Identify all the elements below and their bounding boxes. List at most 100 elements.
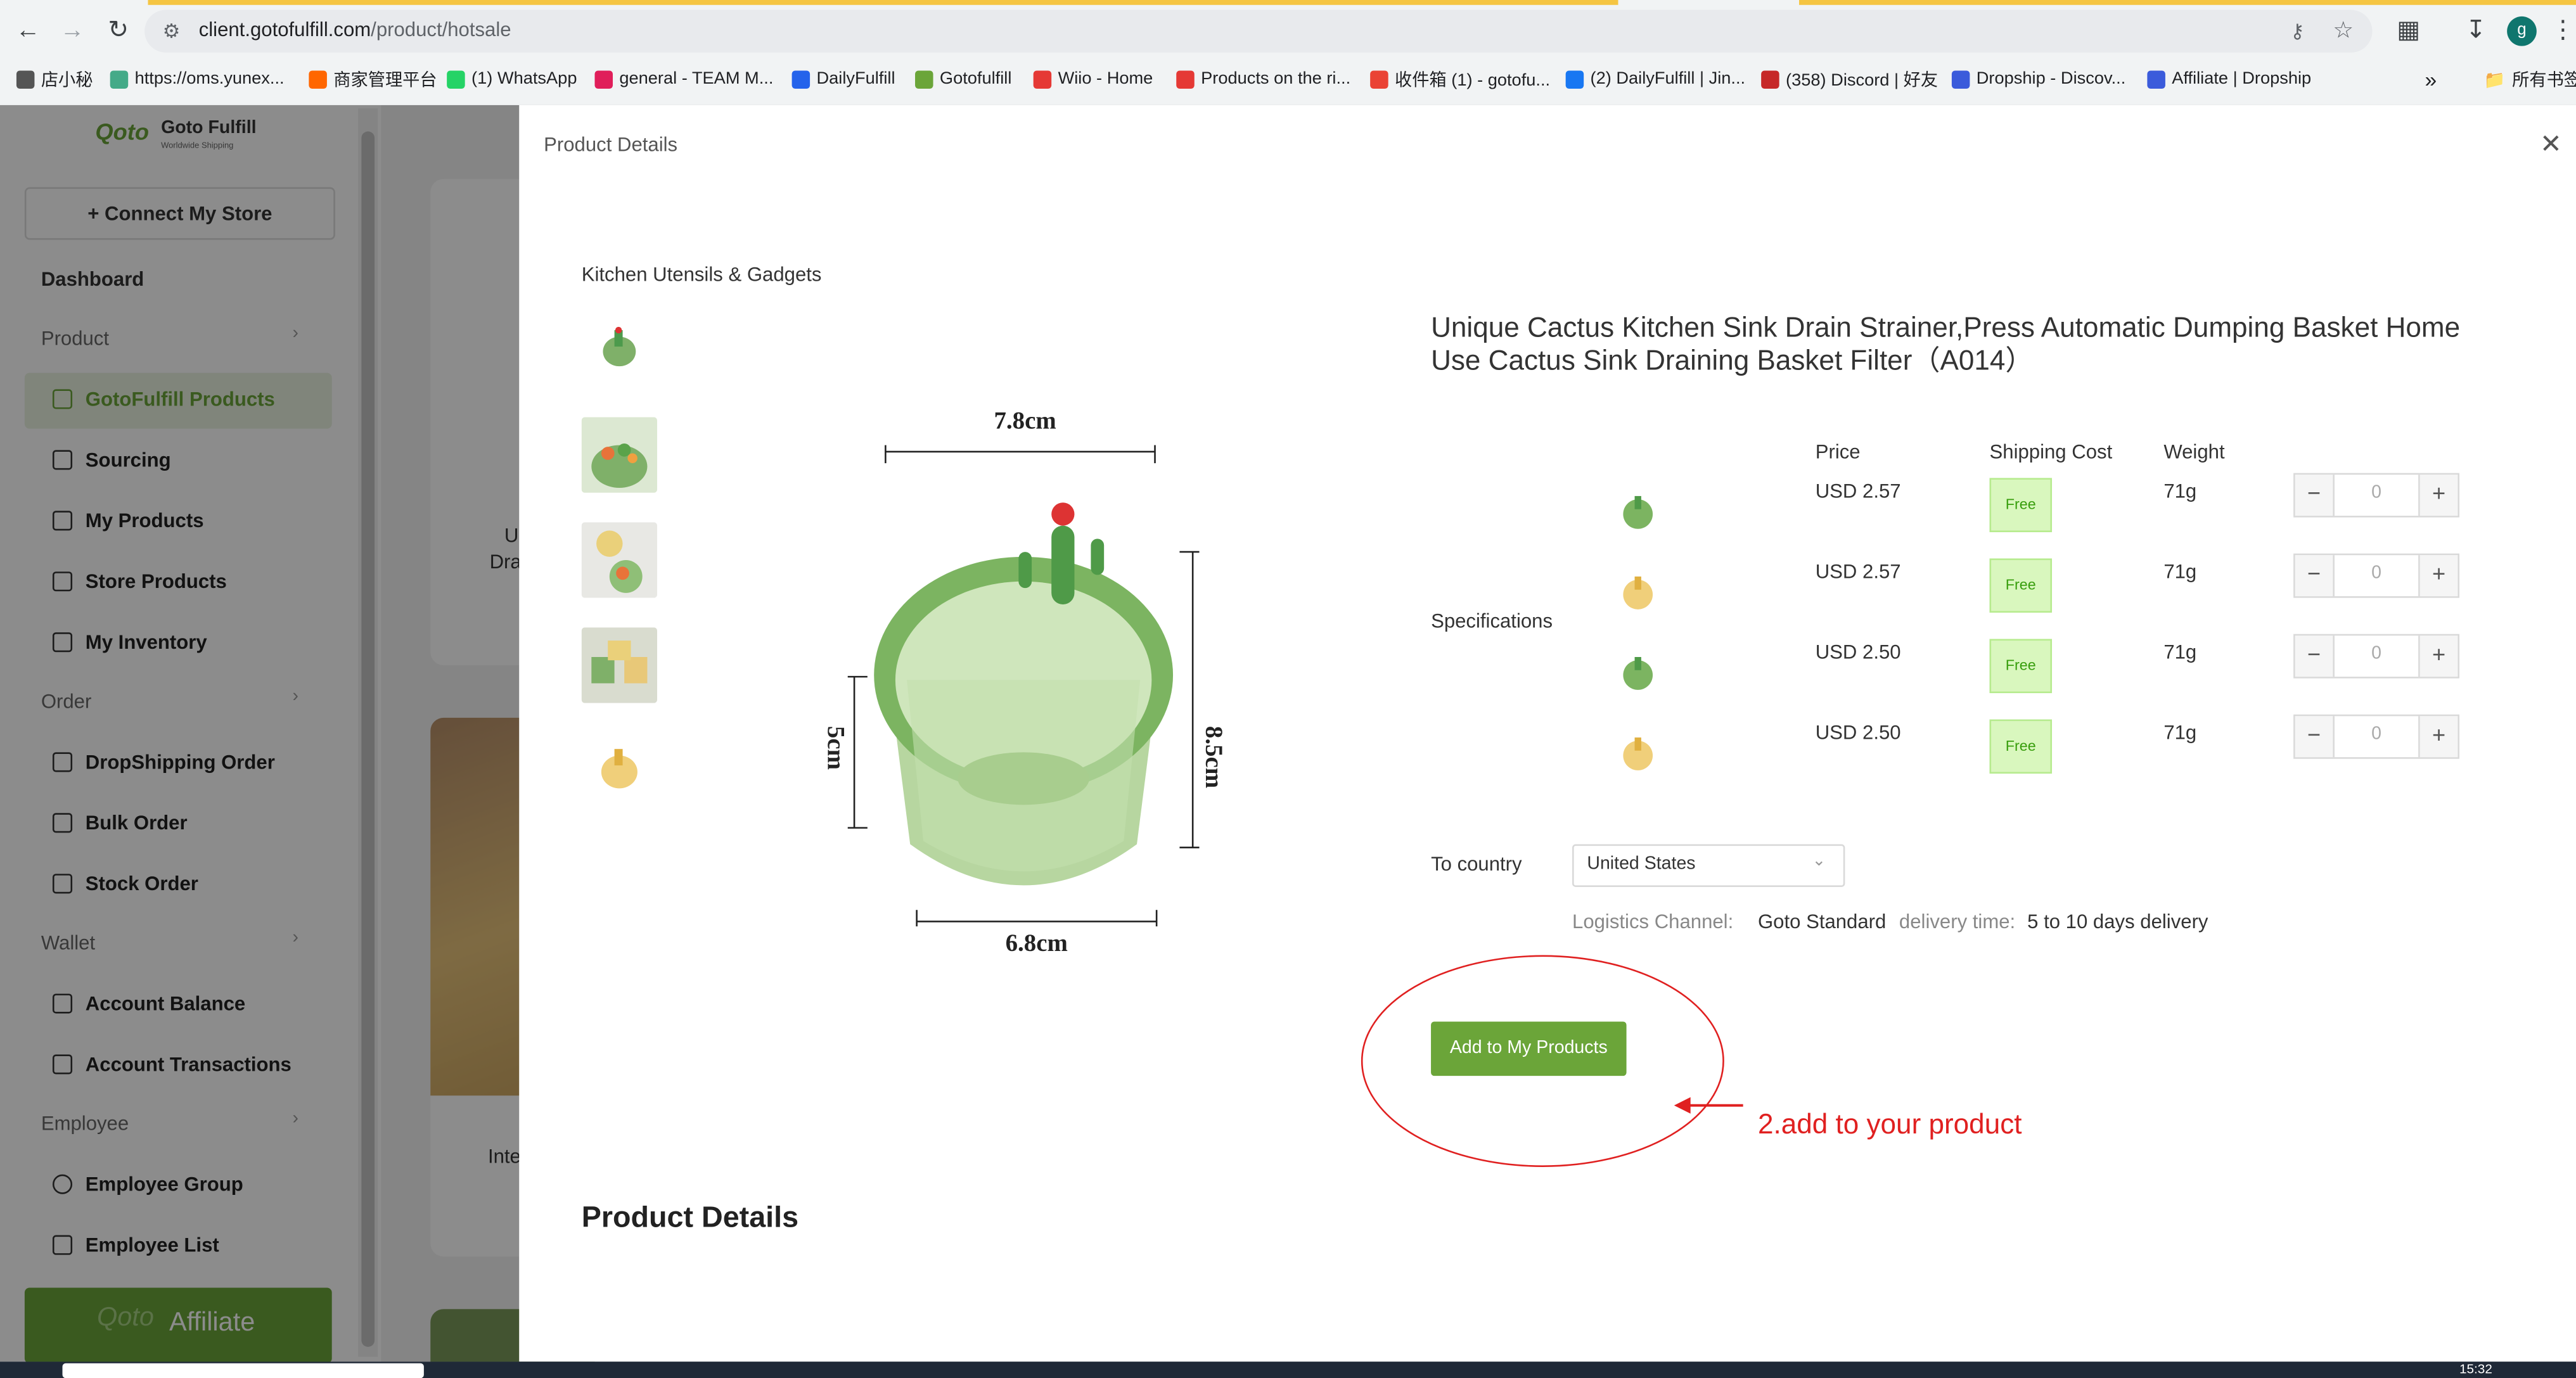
variant-weight: 71g: [2163, 480, 2197, 503]
quantity-input[interactable]: 0: [2333, 635, 2420, 677]
quantity-stepper[interactable]: −0 +: [2293, 634, 2459, 679]
slack-icon: [594, 70, 613, 88]
minus-icon[interactable]: −: [2295, 555, 2333, 597]
thumbnail-image[interactable]: [581, 312, 657, 388]
browser-chrome: ← → ↻ ⚙ client.gotofulfill.com/product/h…: [0, 0, 2576, 107]
back-icon[interactable]: ←: [11, 15, 44, 48]
product-details-drawer: Product Details ✕ Kitchen Utensils & Gad…: [519, 105, 2576, 1362]
minus-icon[interactable]: −: [2295, 635, 2333, 677]
weight-header: Weight: [2163, 440, 2225, 464]
bookmark-label: Dropship - Discov...: [1976, 68, 2126, 89]
taskbar: 15:32: [0, 1362, 2576, 1378]
bookmark-item[interactable]: Wiio - Home: [1033, 66, 1153, 92]
close-icon[interactable]: ✕: [2540, 128, 2562, 161]
all-bookmarks-folder[interactable]: 📁 所有书签: [2484, 66, 2576, 92]
bookmark-item[interactable]: 商家管理平台: [309, 66, 437, 92]
bookmark-item[interactable]: (1) WhatsApp: [447, 66, 577, 92]
country-selected-value: United States: [1587, 854, 1696, 874]
bookmark-item[interactable]: Affiliate | Dropship: [2147, 66, 2311, 92]
key-icon[interactable]: ⚷: [2290, 20, 2305, 42]
link-icon: [110, 70, 129, 88]
dimension-label-top: 7.8cm: [994, 409, 1056, 436]
menu-kebab-icon[interactable]: ⋮: [2546, 15, 2576, 48]
quantity-stepper[interactable]: −0 +: [2293, 473, 2459, 518]
all-bookmarks-label: 所有书签: [2512, 70, 2576, 90]
plus-icon[interactable]: +: [2419, 555, 2458, 597]
bookmark-item[interactable]: Dropship - Discov...: [1951, 66, 2126, 92]
bookmark-item[interactable]: Products on the ri...: [1176, 66, 1350, 92]
bookmark-label: https://oms.yunex...: [134, 68, 285, 89]
forward-icon[interactable]: →: [56, 15, 89, 48]
bookmarks-overflow-button[interactable]: »: [2425, 66, 2437, 92]
gotofulfill-icon: [915, 70, 933, 88]
plus-icon[interactable]: +: [2419, 475, 2458, 516]
free-shipping-badge: Free: [1989, 478, 2053, 532]
quantity-input[interactable]: 0: [2333, 555, 2420, 597]
minus-icon[interactable]: −: [2295, 475, 2333, 516]
bookmark-item[interactable]: https://oms.yunex...: [110, 66, 285, 92]
dimension-label-bottom: 6.8cm: [1005, 931, 1068, 958]
facebook-icon: [1565, 70, 1584, 88]
star-icon[interactable]: ☆: [2333, 16, 2354, 44]
specifications-label: Specifications: [1431, 609, 1553, 633]
products-icon: [1176, 70, 1195, 88]
variant-thumbnail[interactable]: [1613, 488, 1663, 537]
folder-icon: 📁: [2483, 70, 2506, 90]
reload-icon[interactable]: ↻: [102, 15, 135, 48]
variant-price: USD 2.57: [1815, 560, 1901, 584]
wiio-icon: [1033, 70, 1052, 88]
quantity-stepper[interactable]: −0 +: [2293, 553, 2459, 598]
bookmark-label: 店小秘: [41, 70, 93, 90]
bookmark-item[interactable]: Gotofulfill: [915, 66, 1011, 92]
bookmark-item[interactable]: 店小秘: [16, 66, 93, 92]
to-country-label: To country: [1431, 852, 1522, 876]
bookmark-item[interactable]: DailyFulfill: [791, 66, 895, 92]
quantity-input[interactable]: 0: [2333, 716, 2420, 758]
url-domain: client.gotofulfill.com: [198, 18, 371, 41]
country-select[interactable]: United States ⌄: [1572, 844, 1845, 887]
bookmark-label: (358) Discord | 好友: [1786, 70, 1938, 90]
dimension-label-right: 8.5cm: [1199, 725, 1226, 789]
variant-thumbnail[interactable]: [1613, 568, 1663, 618]
url-text[interactable]: client.gotofulfill.com/product/hotsale: [199, 18, 511, 41]
dimension-label-left: 5cm: [821, 725, 848, 770]
bookmark-item[interactable]: (358) Discord | 好友: [1761, 66, 1938, 92]
folder-icon: [16, 70, 35, 88]
plus-icon[interactable]: +: [2419, 716, 2458, 758]
thumbnail-image[interactable]: [581, 627, 657, 703]
plus-icon[interactable]: +: [2419, 635, 2458, 677]
quantity-input[interactable]: 0: [2333, 475, 2420, 516]
logistics-channel-label: Logistics Channel:: [1572, 910, 1734, 933]
thumbnail-image[interactable]: [581, 732, 657, 808]
chevron-down-icon: ⌄: [1812, 852, 1826, 871]
download-icon[interactable]: ↧: [2459, 15, 2492, 48]
bookmark-label: DailyFulfill: [816, 68, 895, 89]
address-bar[interactable]: ⚙ client.gotofulfill.com/product/hotsale…: [144, 10, 2373, 53]
free-shipping-badge: Free: [1989, 639, 2053, 694]
shop-icon: [309, 70, 327, 88]
variant-price: USD 2.50: [1815, 641, 1901, 664]
logistics-channel-value: Goto Standard: [1757, 910, 1887, 933]
profile-avatar[interactable]: g: [2507, 16, 2537, 46]
annotation-text: 2.add to your product: [1757, 1108, 2022, 1140]
variant-thumbnail[interactable]: [1613, 649, 1663, 698]
quantity-stepper[interactable]: −0 +: [2293, 714, 2459, 759]
site-settings-icon[interactable]: ⚙: [163, 20, 181, 42]
minus-icon[interactable]: −: [2295, 716, 2333, 758]
taskbar-search[interactable]: [62, 1363, 424, 1378]
bookmark-label: Gotofulfill: [939, 68, 1012, 89]
drawer-title: Product Details: [544, 132, 678, 156]
variant-thumbnail[interactable]: [1613, 729, 1663, 779]
bookmark-item[interactable]: 收件箱 (1) - gotofu...: [1370, 66, 1550, 92]
product-title: Unique Cactus Kitchen Sink Drain Straine…: [1431, 312, 2461, 376]
bookmark-label: 收件箱 (1) - gotofu...: [1395, 70, 1551, 90]
bookmark-label: 商家管理平台: [333, 70, 437, 90]
bookmark-item[interactable]: general - TEAM M...: [594, 66, 773, 92]
extensions-icon[interactable]: ▦: [2392, 15, 2425, 48]
main-product-image[interactable]: [809, 401, 1236, 959]
thumbnail-image[interactable]: [581, 417, 657, 493]
thumbnail-image[interactable]: [581, 522, 657, 598]
variant-price: USD 2.50: [1815, 721, 1901, 744]
product-details-heading: Product Details: [581, 1201, 799, 1234]
bookmark-item[interactable]: (2) DailyFulfill | Jin...: [1565, 66, 1745, 92]
